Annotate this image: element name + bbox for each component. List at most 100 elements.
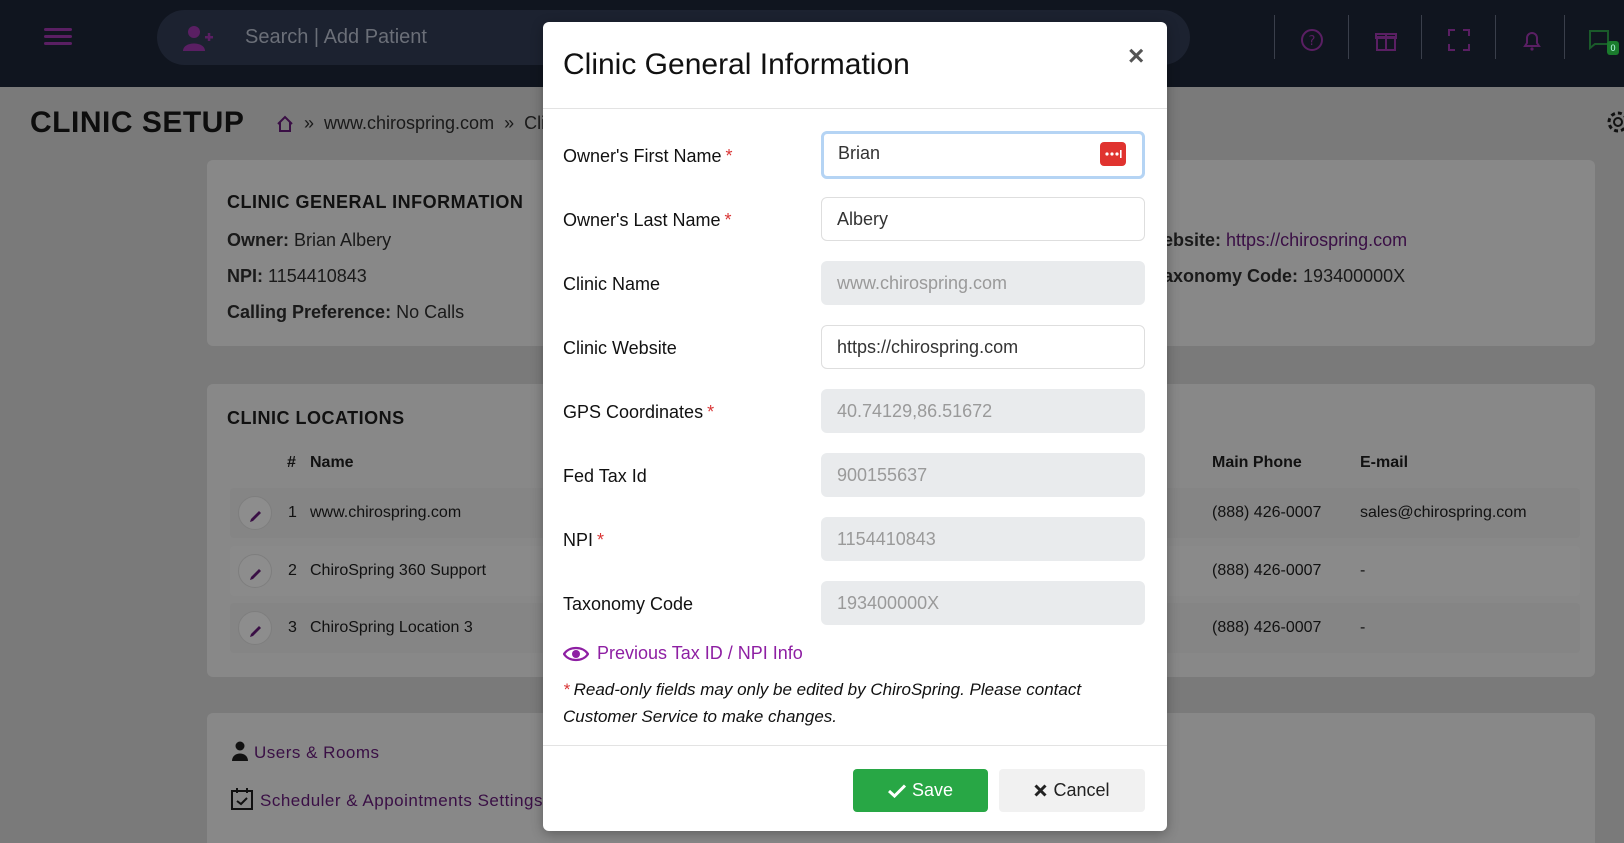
column-header-phone: Main Phone [1212, 454, 1302, 471]
gear-icon[interactable] [1604, 108, 1624, 136]
note-star: * [563, 680, 570, 699]
eye-icon [563, 646, 589, 661]
column-header-num: # [287, 454, 296, 471]
taxonomy-info: axonomy Code: 193400000X [1163, 266, 1405, 287]
row-num: 1 [288, 504, 297, 521]
modal-title: Clinic General Information [563, 48, 910, 81]
gps-label: GPS Coordinates * [563, 402, 714, 423]
clinic-website-input[interactable]: https://chirospring.com [821, 325, 1145, 369]
hamburger-menu-icon[interactable] [44, 28, 72, 50]
column-header-email: E-mail [1360, 454, 1409, 471]
user-icon [232, 741, 248, 761]
label-text: Owner's Last Name [563, 210, 721, 230]
row-email: sales@chirospring.com [1360, 504, 1527, 521]
divider [543, 108, 1167, 109]
edit-location-button[interactable] [238, 611, 272, 645]
owner-value: Brian Albery [294, 230, 392, 250]
pencil-icon [250, 569, 261, 580]
taxonomy-input: 193400000X [821, 581, 1145, 625]
clinic-name-label: Clinic Name [563, 274, 661, 294]
search-placeholder[interactable]: Search | Add Patient [245, 26, 427, 49]
add-patient-icon[interactable] [183, 25, 213, 51]
website-info: ebsite: https://chirospring.com [1163, 230, 1407, 251]
taxonomy-label: Taxonomy Code [563, 594, 694, 614]
divider [1348, 15, 1349, 59]
clinic-info-modal: Clinic General Information × Owner's Fir… [543, 22, 1167, 831]
previous-tax-npi-link[interactable]: Previous Tax ID / NPI Info [563, 643, 803, 664]
first-name-input[interactable]: Brian [821, 131, 1145, 179]
required-star: * [707, 402, 715, 422]
row-name: www.chirospring.com [310, 504, 462, 521]
help-icon[interactable]: ? [1300, 28, 1324, 52]
users-rooms-link[interactable]: Users & Rooms [254, 743, 380, 763]
check-icon [887, 783, 906, 798]
fullscreen-icon[interactable] [1447, 28, 1471, 52]
breadcrumb-item[interactable]: www.chirospring.com [324, 113, 494, 134]
npi-value: 1154410843 [268, 266, 367, 286]
breadcrumb-separator: » [304, 113, 315, 133]
edit-location-button[interactable] [238, 554, 272, 588]
section-title: CLINIC GENERAL INFORMATION [227, 192, 524, 212]
calling-label: Calling Preference: [227, 302, 392, 322]
divider [1564, 15, 1565, 59]
divider [543, 745, 1167, 746]
clinic-website-label: Clinic Website [563, 338, 677, 358]
save-label: Save [911, 780, 954, 800]
gift-icon[interactable] [1374, 28, 1398, 52]
required-star: * [725, 146, 733, 166]
x-icon [1034, 784, 1048, 797]
last-name-input[interactable]: Albery [821, 197, 1145, 241]
row-email: - [1360, 619, 1366, 636]
npi-info: NPI: 1154410843 [227, 266, 367, 287]
row-name: ChiroSpring Location 3 [310, 619, 473, 636]
column-header-name: Name [310, 454, 354, 471]
first-name-label: Owner's First Name * [563, 146, 732, 167]
home-icon[interactable] [276, 115, 294, 133]
save-button[interactable]: Save [853, 769, 988, 812]
required-star: * [724, 210, 732, 230]
label-text: NPI [563, 530, 594, 550]
calling-preference-info: Calling Preference: No Calls [227, 302, 464, 323]
npi-input: 1154410843 [821, 517, 1145, 561]
taxonomy-label: axonomy Code: [1163, 266, 1299, 286]
pencil-icon [250, 511, 261, 522]
cancel-label: Cancel [1053, 780, 1110, 800]
edit-location-button[interactable] [238, 496, 272, 530]
cancel-button[interactable]: Cancel [999, 769, 1145, 812]
calling-value: No Calls [396, 302, 465, 322]
divider [1421, 15, 1422, 59]
label-text: Owner's First Name [563, 146, 722, 166]
close-button[interactable]: × [1128, 40, 1144, 72]
required-star: * [597, 530, 605, 550]
fed-tax-label: Fed Tax Id [563, 466, 647, 486]
npi-label: NPI * [563, 530, 604, 551]
scheduler-settings-link[interactable]: Scheduler & Appointments Settings [260, 791, 543, 811]
bell-icon[interactable] [1520, 28, 1544, 52]
row-num: 2 [288, 562, 297, 579]
divider [1495, 15, 1496, 59]
owner-info: Owner: Brian Albery [227, 230, 391, 251]
website-label: ebsite: [1163, 230, 1222, 250]
row-phone: (888) 426-0007 [1212, 619, 1322, 636]
row-phone: (888) 426-0007 [1212, 562, 1322, 579]
website-link[interactable]: https://chirospring.com [1226, 230, 1407, 250]
fed-tax-input: 900155637 [821, 453, 1145, 497]
pencil-icon [250, 626, 261, 637]
row-num: 3 [288, 619, 297, 636]
divider [1274, 15, 1275, 59]
row-phone: (888) 426-0007 [1212, 504, 1322, 521]
page-title: CLINIC SETUP [30, 106, 245, 139]
last-name-label: Owner's Last Name * [563, 210, 732, 231]
owner-label: Owner: [227, 230, 290, 250]
npi-label: NPI: [227, 266, 263, 286]
svg-text:?: ? [1309, 34, 1316, 49]
note-text: Read-only fields may only be edited by C… [563, 680, 1082, 726]
taxonomy-value: 193400000X [1303, 266, 1406, 286]
previous-tax-npi-label[interactable]: Previous Tax ID / NPI Info [597, 643, 803, 664]
clinic-name-input: www.chirospring.com [821, 261, 1145, 305]
password-manager-icon[interactable] [1100, 142, 1126, 166]
section-title: CLINIC LOCATIONS [227, 408, 405, 428]
row-name: ChiroSpring 360 Support [310, 562, 487, 579]
read-only-note: * Read-only fields may only be edited by … [563, 676, 1143, 730]
calendar-icon [231, 788, 253, 810]
